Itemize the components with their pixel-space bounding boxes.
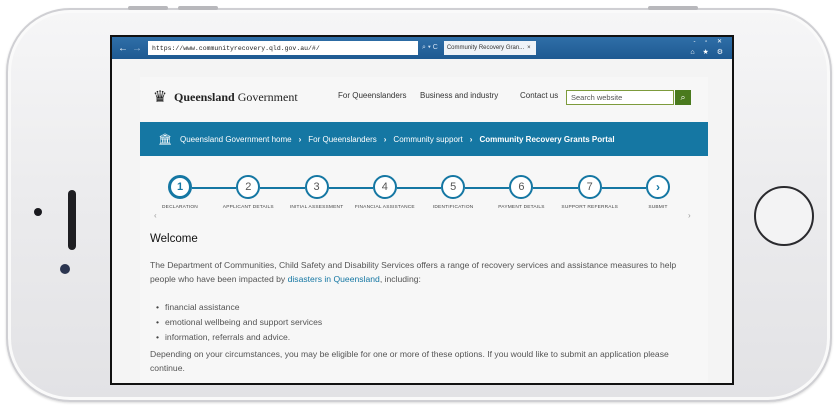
step-8-label: SUBMIT bbox=[648, 205, 668, 210]
address-tools[interactable]: ⌕ ▾ C bbox=[422, 44, 438, 52]
government-building-icon: 🏛 bbox=[158, 133, 172, 146]
progress-stepper: 1 2 3 4 5 6 7 › bbox=[140, 169, 708, 203]
step-2-circle[interactable]: 2 bbox=[236, 175, 261, 199]
step-4-label: FINANCIAL ASSISTANCE bbox=[354, 205, 415, 210]
step-1-label: DECLARATION bbox=[162, 205, 198, 210]
list-item: financial assistance bbox=[156, 300, 322, 315]
step-connector bbox=[328, 187, 373, 189]
step-connector bbox=[533, 187, 578, 189]
volume-up-button bbox=[128, 6, 168, 10]
closing-paragraph: Depending on your circumstances, you may… bbox=[150, 349, 669, 373]
step-2-label: APPLICANT DETAILS bbox=[222, 205, 274, 210]
search-icon: ⌕ bbox=[680, 92, 686, 102]
browser-toolbar: ← → https://www.communityrecovery.qld.go… bbox=[112, 37, 732, 59]
nav-link-contact[interactable]: Contact us bbox=[520, 91, 558, 100]
disasters-link[interactable]: disasters in Queensland bbox=[288, 274, 380, 284]
breadcrumb-current: Community Recovery Grants Portal bbox=[479, 134, 615, 144]
volume-down-button bbox=[178, 6, 218, 10]
nav-link-business[interactable]: Business and industry bbox=[420, 91, 498, 100]
step-3-label: INITIAL ASSESSMENT bbox=[289, 205, 344, 210]
list-item: emotional wellbeing and support services bbox=[156, 315, 322, 330]
step-6-label: PAYMENT DETAILS bbox=[498, 205, 545, 210]
browser-tab[interactable]: Community Recovery Gran... × bbox=[443, 41, 536, 55]
back-arrow-icon[interactable]: ← bbox=[116, 41, 130, 55]
step-connector bbox=[601, 187, 646, 189]
chevron-right-icon: › bbox=[383, 134, 387, 144]
address-url: https://www.communityrecovery.qld.gov.au… bbox=[152, 44, 320, 52]
step-connector bbox=[260, 187, 305, 189]
step-5-label: IDENTIFICATION bbox=[432, 205, 474, 210]
address-bar[interactable]: https://www.communityrecovery.qld.gov.au… bbox=[148, 41, 418, 55]
breadcrumb-item-queenslanders[interactable]: For Queenslanders bbox=[308, 135, 376, 144]
site-header: ♛ Queensland Government For Queenslander… bbox=[140, 77, 708, 117]
front-camera bbox=[60, 264, 70, 274]
tab-close-icon[interactable]: × bbox=[527, 45, 531, 51]
nav-link-for-queenslanders[interactable]: For Queenslanders bbox=[338, 91, 406, 100]
earpiece-speaker bbox=[68, 190, 76, 250]
window-controls[interactable]: - ▫ ✕ bbox=[694, 38, 727, 45]
web-page: ♛ Queensland Government For Queenslander… bbox=[140, 77, 708, 383]
page-title: Welcome bbox=[150, 233, 198, 245]
step-8-circle[interactable]: › bbox=[646, 175, 670, 199]
phone-screen: ← → https://www.communityrecovery.qld.go… bbox=[110, 35, 734, 385]
breadcrumb: 🏛 Queensland Government home › For Queen… bbox=[140, 122, 708, 156]
step-connector bbox=[465, 187, 510, 189]
chevron-right-icon: › bbox=[298, 134, 302, 144]
step-7-label: SUPPORT REFERRALS bbox=[561, 205, 618, 210]
tab-title: Community Recovery Gran... bbox=[446, 45, 525, 51]
step-7-circle[interactable]: 7 bbox=[577, 175, 602, 199]
list-item: information, referrals and advice. bbox=[156, 330, 322, 345]
step-connector bbox=[192, 187, 237, 189]
step-6-circle[interactable]: 6 bbox=[509, 175, 534, 199]
step-3-circle[interactable]: 3 bbox=[304, 175, 329, 199]
home-button[interactable] bbox=[754, 186, 814, 246]
power-button bbox=[648, 6, 698, 10]
intro-paragraph: The Department of Communities, Child Saf… bbox=[150, 260, 677, 284]
scroll-left-icon[interactable]: ‹ bbox=[154, 211, 157, 220]
front-sensor bbox=[34, 208, 42, 216]
step-4-circle[interactable]: 4 bbox=[372, 175, 397, 199]
breadcrumb-item-community[interactable]: Community support bbox=[393, 135, 462, 144]
step-1-circle[interactable]: 1 bbox=[168, 175, 192, 199]
scroll-right-icon[interactable]: › bbox=[688, 211, 691, 220]
assistance-list: financial assistance emotional wellbeing… bbox=[156, 300, 322, 345]
chevron-right-icon: › bbox=[469, 134, 473, 144]
browser-tool-icons[interactable]: ⌂ ★ ⚙ bbox=[690, 48, 726, 56]
site-logo-text[interactable]: Queensland Government bbox=[174, 90, 298, 105]
step-connector bbox=[396, 187, 442, 189]
breadcrumb-item-home[interactable]: Queensland Government home bbox=[180, 135, 292, 144]
search-input[interactable]: Search website bbox=[566, 90, 674, 105]
forward-arrow-icon[interactable]: → bbox=[130, 41, 144, 55]
step-5-circle[interactable]: 5 bbox=[441, 175, 466, 199]
crest-icon: ♛ bbox=[152, 89, 168, 106]
search-button[interactable]: ⌕ bbox=[675, 90, 691, 105]
